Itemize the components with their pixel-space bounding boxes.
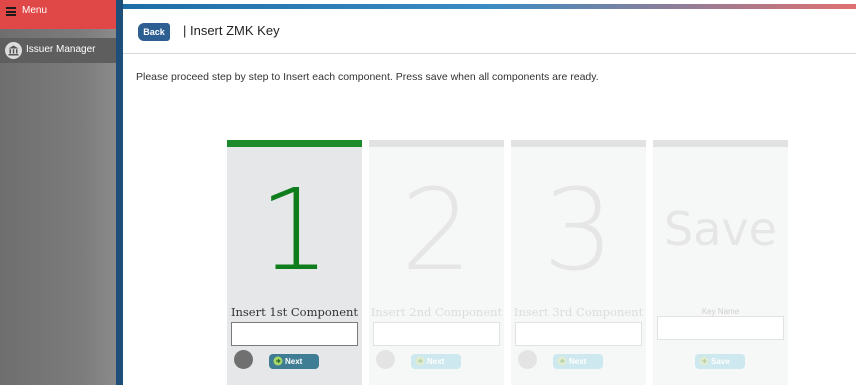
back-button[interactable]: Back: [138, 23, 170, 41]
content-left-border: [116, 0, 123, 385]
key-name-label: Key Name: [701, 307, 740, 316]
step-number: Save: [664, 202, 777, 256]
menu-toggle[interactable]: Menu: [0, 0, 116, 29]
bank-icon: [5, 42, 22, 59]
save-icon: [699, 356, 709, 366]
component-3-input[interactable]: [515, 322, 642, 346]
step-card-save: Save Key Name Save: [653, 140, 788, 385]
step-progress-bar: [227, 140, 362, 147]
menu-label: Menu: [22, 5, 48, 16]
hamburger-icon: [6, 7, 16, 16]
step-number: 2: [400, 166, 473, 296]
next-button-label: Next: [427, 357, 445, 366]
sidebar: Menu Issuer Manager: [0, 0, 116, 385]
component-1-input[interactable]: [231, 322, 358, 346]
next-button[interactable]: Next: [553, 354, 603, 369]
main-panel: Back | Insert ZMK Key Please proceed ste…: [123, 9, 856, 385]
page-header: Back | Insert ZMK Key: [123, 9, 856, 54]
step-label: Insert 2nd Component: [370, 305, 503, 319]
step-card-1: 1 Insert 1st Component Next: [227, 140, 362, 385]
page-title: | Insert ZMK Key: [183, 23, 280, 38]
sidebar-item-label: Issuer Manager: [26, 44, 96, 55]
arrow-icon: [273, 356, 283, 366]
step-progress-bar: [511, 140, 646, 147]
step-number: 1: [258, 166, 331, 296]
status-indicator: [234, 350, 253, 369]
step-card-2: 2 Insert 2nd Component Next: [369, 140, 504, 385]
step-label: Insert 3rd Component: [513, 305, 644, 319]
status-indicator: [518, 350, 537, 369]
step-progress-bar: [369, 140, 504, 147]
next-button[interactable]: Next: [411, 354, 461, 369]
step-number: 3: [542, 166, 615, 296]
key-name-input[interactable]: [657, 316, 784, 340]
next-button-label: Next: [285, 357, 303, 366]
instructions-text: Please proceed step by step to Insert ea…: [136, 71, 599, 83]
save-button-label: Save: [711, 357, 730, 366]
step-label: Insert 1st Component: [230, 305, 359, 319]
step-progress-bar: [653, 140, 788, 147]
sidebar-item-issuer-manager[interactable]: Issuer Manager: [0, 38, 116, 63]
arrow-icon: [557, 356, 567, 366]
component-2-input[interactable]: [373, 322, 500, 346]
next-button[interactable]: Next: [269, 354, 319, 369]
step-card-3: 3 Insert 3rd Component Next: [511, 140, 646, 385]
save-button[interactable]: Save: [695, 354, 745, 369]
arrow-icon: [415, 356, 425, 366]
status-indicator: [376, 350, 395, 369]
next-button-label: Next: [569, 357, 587, 366]
